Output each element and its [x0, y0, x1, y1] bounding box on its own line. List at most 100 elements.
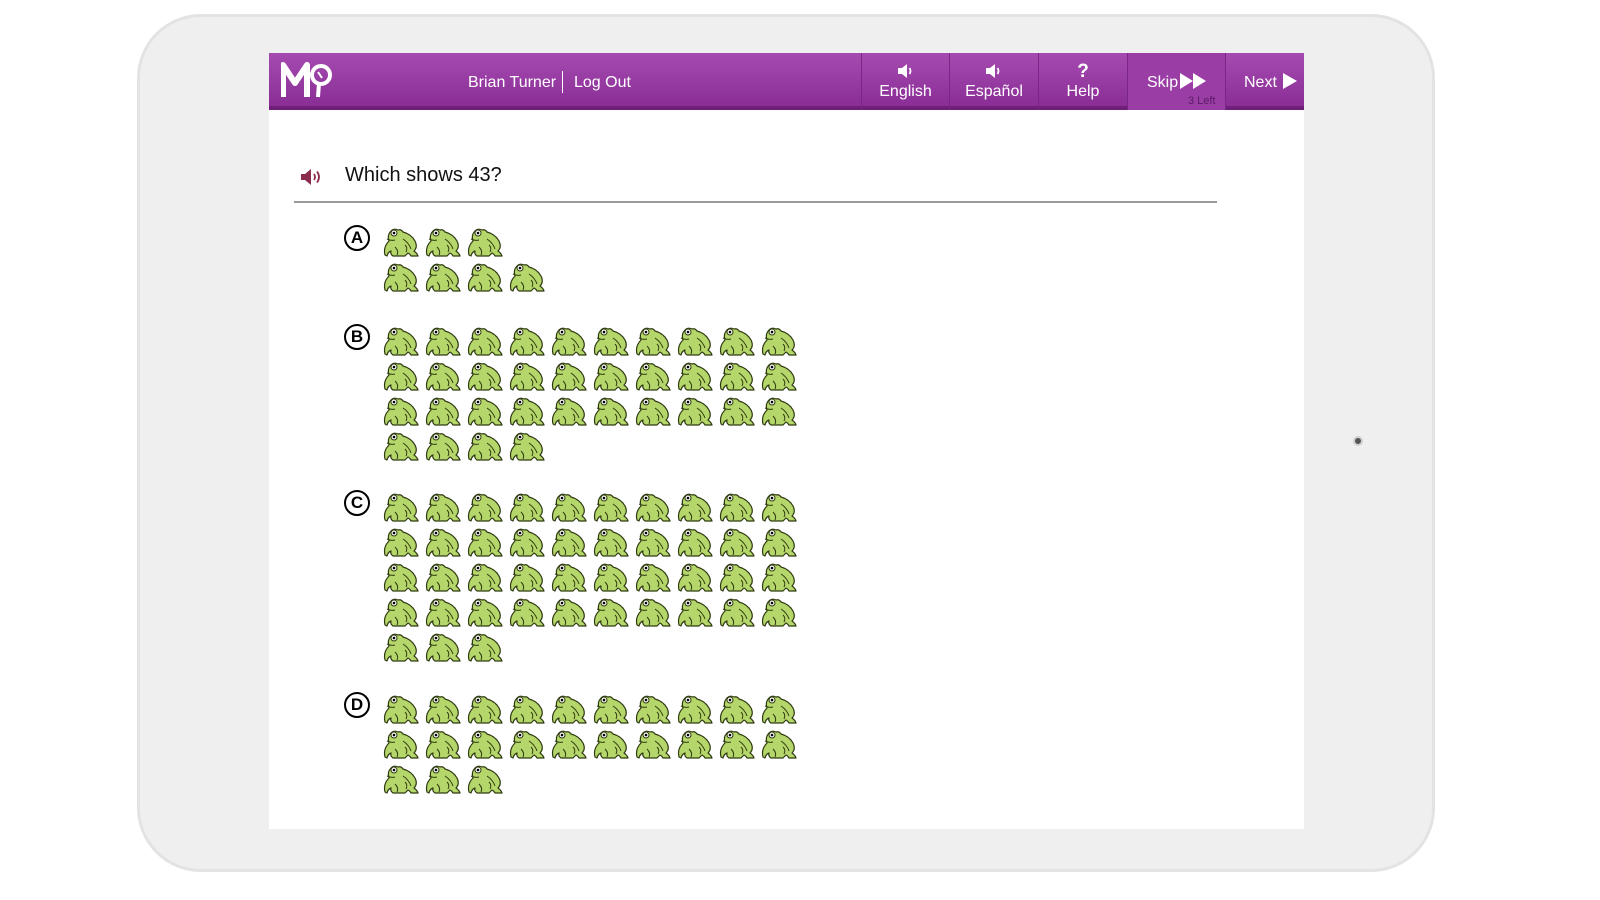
- frog-icon: [717, 727, 759, 762]
- frog-icon: [423, 560, 465, 595]
- frog-icon: [423, 525, 465, 560]
- option-letter: D: [344, 692, 370, 718]
- frog-icon: [465, 595, 507, 630]
- frog-icon: [717, 692, 759, 727]
- frog-icon: [507, 525, 549, 560]
- frog-icon: [423, 595, 465, 630]
- frog-icon: [675, 359, 717, 394]
- skips-remaining: 3 Left: [1188, 95, 1216, 107]
- frog-icon: [549, 490, 591, 525]
- frog-group: [381, 490, 801, 665]
- next-button[interactable]: Next: [1225, 53, 1304, 110]
- frog-icon: [549, 560, 591, 595]
- help-label: Help: [1066, 83, 1100, 100]
- speaker-icon: [986, 64, 1000, 78]
- frog-icon: [675, 692, 717, 727]
- frog-icon: [633, 560, 675, 595]
- frog-icon: [717, 560, 759, 595]
- skip-label: Skip: [1147, 74, 1179, 91]
- english-label: English: [879, 83, 932, 100]
- frog-icon: [759, 324, 801, 359]
- frog-icon: [423, 359, 465, 394]
- user-separator: [562, 71, 563, 93]
- frog-icon: [591, 359, 633, 394]
- option-letter: B: [344, 324, 370, 350]
- frog-icon: [423, 692, 465, 727]
- frog-icon: [591, 490, 633, 525]
- frog-icon: [507, 490, 549, 525]
- frog-icon: [549, 359, 591, 394]
- frog-icon: [381, 692, 423, 727]
- frog-icon: [381, 762, 423, 797]
- help-button[interactable]: ? Help: [1038, 53, 1127, 110]
- frog-icon: [633, 595, 675, 630]
- frog-icon: [675, 727, 717, 762]
- frog-icon: [591, 525, 633, 560]
- frog-icon: [675, 560, 717, 595]
- frog-icon: [549, 525, 591, 560]
- frog-icon: [381, 429, 423, 464]
- skip-button[interactable]: Skip 3 Left: [1127, 53, 1225, 110]
- frog-icon: [759, 394, 801, 429]
- frog-icon: [507, 692, 549, 727]
- question-text: Which shows 43?: [345, 164, 502, 186]
- frog-icon: [381, 490, 423, 525]
- frog-icon: [465, 260, 507, 295]
- frog-icon: [381, 727, 423, 762]
- espanol-audio-button[interactable]: Español: [949, 53, 1038, 110]
- option-letter: A: [344, 225, 370, 251]
- frog-row-spacer: [507, 225, 549, 260]
- frog-icon: [423, 429, 465, 464]
- frog-icon: [423, 490, 465, 525]
- frog-icon: [591, 727, 633, 762]
- frog-icon: [423, 394, 465, 429]
- frog-icon: [381, 595, 423, 630]
- frog-icon: [591, 394, 633, 429]
- frog-icon: [717, 490, 759, 525]
- speaker-icon: [897, 64, 911, 78]
- frog-icon: [633, 490, 675, 525]
- frog-icon: [507, 324, 549, 359]
- english-audio-button[interactable]: English: [861, 53, 949, 110]
- frog-icon: [717, 525, 759, 560]
- frog-icon: [717, 324, 759, 359]
- frog-icon: [591, 595, 633, 630]
- frog-icon: [591, 560, 633, 595]
- play-arrow-icon: [1283, 73, 1297, 89]
- frog-icon: [381, 225, 423, 260]
- frog-icon: [549, 595, 591, 630]
- logout-link[interactable]: Log Out: [574, 74, 631, 92]
- frog-icon: [507, 727, 549, 762]
- question-mark-icon: ?: [1077, 61, 1089, 82]
- frog-icon: [507, 394, 549, 429]
- frog-icon: [465, 225, 507, 260]
- frog-icon: [465, 429, 507, 464]
- frog-icon: [633, 692, 675, 727]
- frog-icon: [381, 525, 423, 560]
- frog-icon: [465, 727, 507, 762]
- read-question-speaker-icon[interactable]: [300, 167, 324, 187]
- frog-icon: [465, 560, 507, 595]
- frog-icon: [465, 394, 507, 429]
- frog-icon: [423, 225, 465, 260]
- frog-icon: [507, 560, 549, 595]
- top-bar: Brian Turner Log Out English Español ? H…: [269, 53, 1304, 110]
- app-screen: Brian Turner Log Out English Español ? H…: [269, 53, 1304, 829]
- frog-icon: [423, 630, 465, 665]
- frog-icon: [759, 490, 801, 525]
- frog-icon: [423, 260, 465, 295]
- option-letter: C: [344, 490, 370, 516]
- frog-icon: [759, 359, 801, 394]
- frog-group: [381, 324, 801, 464]
- frog-icon: [423, 727, 465, 762]
- frog-icon: [633, 394, 675, 429]
- espanol-label: Español: [965, 83, 1023, 100]
- frog-icon: [591, 692, 633, 727]
- frog-icon: [675, 490, 717, 525]
- frog-icon: [465, 630, 507, 665]
- frog-icon: [507, 260, 549, 295]
- frog-icon: [381, 394, 423, 429]
- frog-icon: [507, 429, 549, 464]
- frog-icon: [759, 525, 801, 560]
- frog-icon: [717, 359, 759, 394]
